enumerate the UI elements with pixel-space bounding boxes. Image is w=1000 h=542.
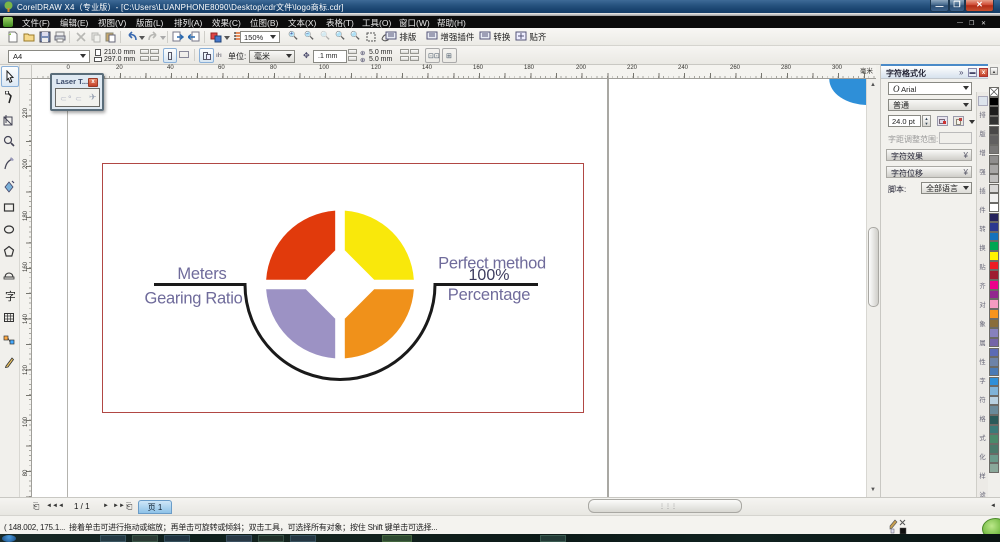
svg-text:字: 字 — [5, 289, 15, 303]
svg-text:Gearing Ratio: Gearing Ratio — [145, 290, 243, 308]
svg-text:Meters: Meters — [177, 265, 226, 283]
svg-text:100%: 100% — [469, 267, 510, 284]
svg-text:Percentage: Percentage — [448, 286, 530, 304]
